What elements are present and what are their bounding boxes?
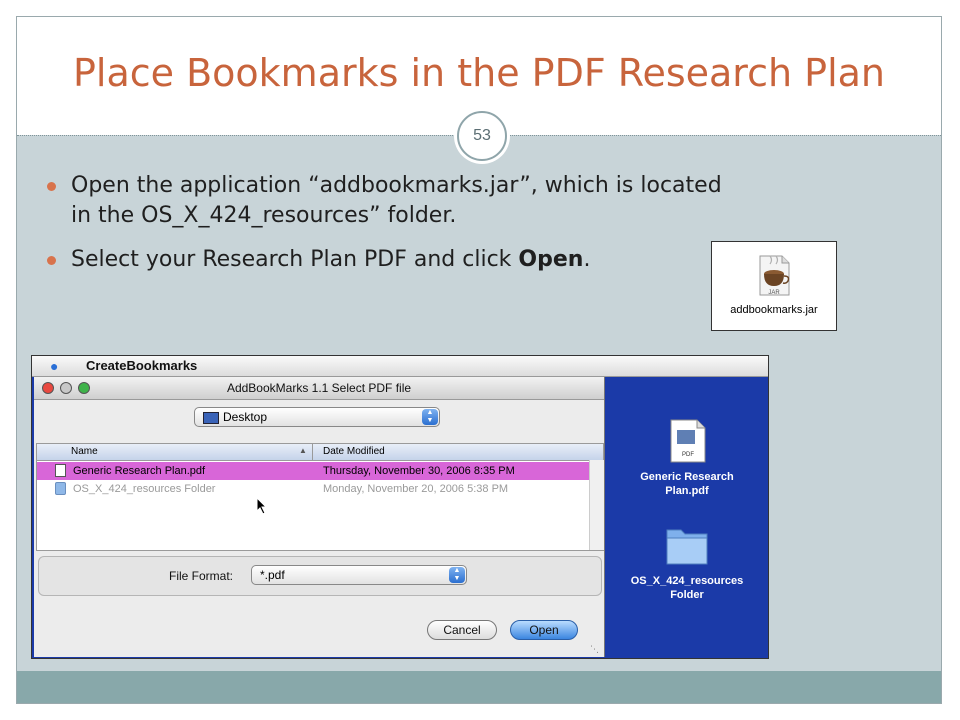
popup-arrows-icon: ▲ ▼ — [422, 409, 438, 425]
file-format-label: File Format: — [169, 569, 234, 583]
file-format-popup[interactable]: *.pdf ▲ ▼ — [251, 565, 467, 585]
column-date-header[interactable]: Date Modified — [323, 446, 385, 457]
location-popup-value: Desktop — [223, 410, 268, 424]
location-popup[interactable]: Desktop ▲ ▼ — [194, 407, 440, 427]
apple-icon[interactable]: ● — [50, 358, 58, 374]
folder-icon — [55, 482, 66, 495]
pdf-file-icon — [55, 464, 66, 477]
desktop-label-line: Generic Research — [640, 471, 734, 483]
bullet-item: Open the application “addbookmarks.jar”,… — [43, 171, 743, 231]
slide-title: Place Bookmarks in the PDF Research Plan — [73, 51, 885, 95]
file-date: Monday, November 20, 2006 5:38 PM — [323, 483, 509, 495]
bullet-dot-icon — [47, 182, 56, 191]
dialog-title: AddBookMarks 1.1 Select PDF file — [226, 381, 412, 395]
mouse-pointer-icon — [256, 497, 268, 515]
jar-file-label: addbookmarks.jar — [730, 304, 818, 316]
bullet-end: . — [583, 247, 591, 272]
file-format-value: *.pdf — [260, 568, 285, 582]
cancel-button[interactable]: Cancel — [427, 620, 497, 640]
desktop-item-label: OS_X_424_resources Folder — [617, 574, 757, 602]
java-jar-icon: JAR — [759, 255, 790, 296]
bullet-emphasis: Open — [518, 247, 584, 272]
bullet-text: Select your Research Plan PDF and click — [71, 247, 519, 272]
jar-badge: JAR — [768, 290, 780, 296]
menu-bar: ● CreateBookmarks — [32, 356, 768, 377]
resize-grip-icon[interactable]: ⋱ — [590, 643, 602, 655]
file-name: Generic Research Plan.pdf — [73, 465, 206, 477]
file-row[interactable]: OS_X_424_resources Folder Monday, Novemb… — [37, 480, 589, 498]
folder-icon — [666, 529, 708, 565]
page-number-badge: 53 — [457, 111, 507, 161]
jar-file-thumbnail[interactable]: JAR addbookmarks.jar — [711, 241, 837, 331]
file-list: Name ▲ Date Modified Generic Research Pl… — [36, 443, 604, 551]
column-name-header[interactable]: Name — [71, 446, 98, 457]
open-button[interactable]: Open — [510, 620, 578, 640]
desktop-label-line: Folder — [670, 589, 704, 601]
app-menu-name[interactable]: CreateBookmarks — [86, 358, 197, 373]
sort-ascending-icon: ▲ — [299, 446, 307, 455]
pdf-file-icon: PDF — [670, 419, 706, 463]
select-file-dialog: AddBookMarks 1.1 Select PDF file Desktop… — [34, 377, 605, 657]
bullet-text: Open the application “addbookmarks.jar”,… — [71, 173, 722, 228]
bullet-dot-icon — [47, 256, 56, 265]
bullet-list: Open the application “addbookmarks.jar”,… — [43, 171, 743, 289]
popup-arrows-icon: ▲ ▼ — [449, 567, 465, 583]
bullet-item: Select your Research Plan PDF and click … — [43, 245, 743, 275]
file-list-scrollbar[interactable] — [589, 460, 604, 550]
desktop-item-folder[interactable]: OS_X_424_resources Folder — [617, 522, 757, 602]
desktop-item-pdf[interactable]: PDF Generic Research Plan.pdf — [617, 418, 757, 498]
pdf-badge: PDF — [682, 452, 694, 458]
dialog-title-bar: AddBookMarks 1.1 Select PDF file — [34, 377, 604, 400]
file-format-panel: File Format: *.pdf ▲ ▼ — [38, 556, 602, 596]
desktop-label-line: Plan.pdf — [665, 485, 709, 497]
footer-band — [17, 671, 941, 703]
column-divider — [312, 444, 313, 460]
slide: Place Bookmarks in the PDF Research Plan… — [16, 16, 942, 704]
desktop-label-line: OS_X_424_resources — [630, 575, 744, 587]
file-name: OS_X_424_resources Folder — [73, 483, 216, 495]
mac-screenshot: ● CreateBookmarks AddBookMarks 1.1 Selec… — [31, 355, 769, 659]
file-date: Thursday, November 30, 2006 8:35 PM — [323, 465, 515, 477]
file-row-selected[interactable]: Generic Research Plan.pdf Thursday, Nove… — [37, 462, 589, 480]
file-list-header: Name ▲ Date Modified — [37, 444, 603, 461]
desktop-icon — [203, 412, 219, 424]
desktop-item-label: Generic Research Plan.pdf — [617, 470, 757, 498]
